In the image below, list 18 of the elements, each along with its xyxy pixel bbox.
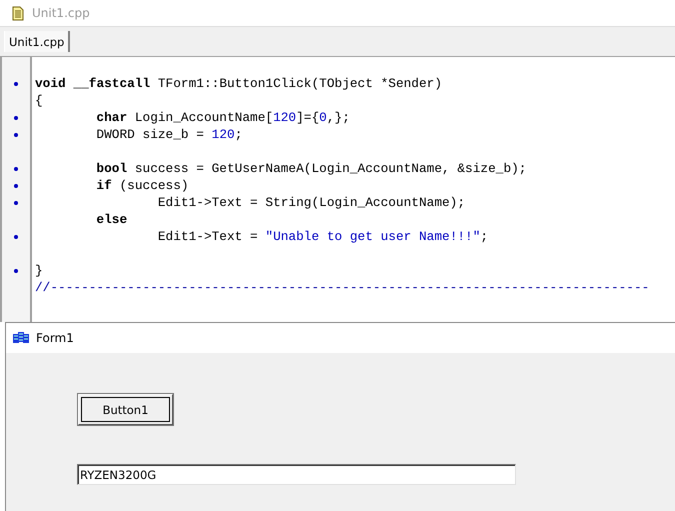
document-icon (12, 6, 24, 20)
code-line: char Login_AccountName[120]={0,}; (95, 109, 351, 126)
button1[interactable]: Button1 (77, 393, 174, 426)
code-line: } (35, 262, 44, 279)
code-line: if (success) (95, 177, 190, 194)
code-line: Edit1->Text = String(Login_AccountName); (156, 194, 466, 211)
form-icon (12, 331, 30, 345)
code-line: { (35, 92, 44, 109)
code-line: DWORD size_b = 120; (95, 126, 244, 143)
code-line: //------------------------------------------------------------------------------ (35, 279, 650, 296)
code-line: bool success = GetUserNameA(Login_AccountName, &size_b); (95, 160, 528, 177)
code-line: Edit1->Text = "Unable to get user Name!!!"; (156, 228, 490, 245)
code-line: else (95, 211, 128, 228)
code-line: void __fastcall TForm1::Button1Click(TObject *Sender) (35, 75, 444, 92)
form-title: Form1 (36, 331, 74, 345)
edit-field[interactable]: RYZEN3200G (77, 464, 516, 485)
window-title: Unit1.cpp (32, 6, 90, 20)
file-tab[interactable]: Unit1.cpp (4, 31, 70, 52)
